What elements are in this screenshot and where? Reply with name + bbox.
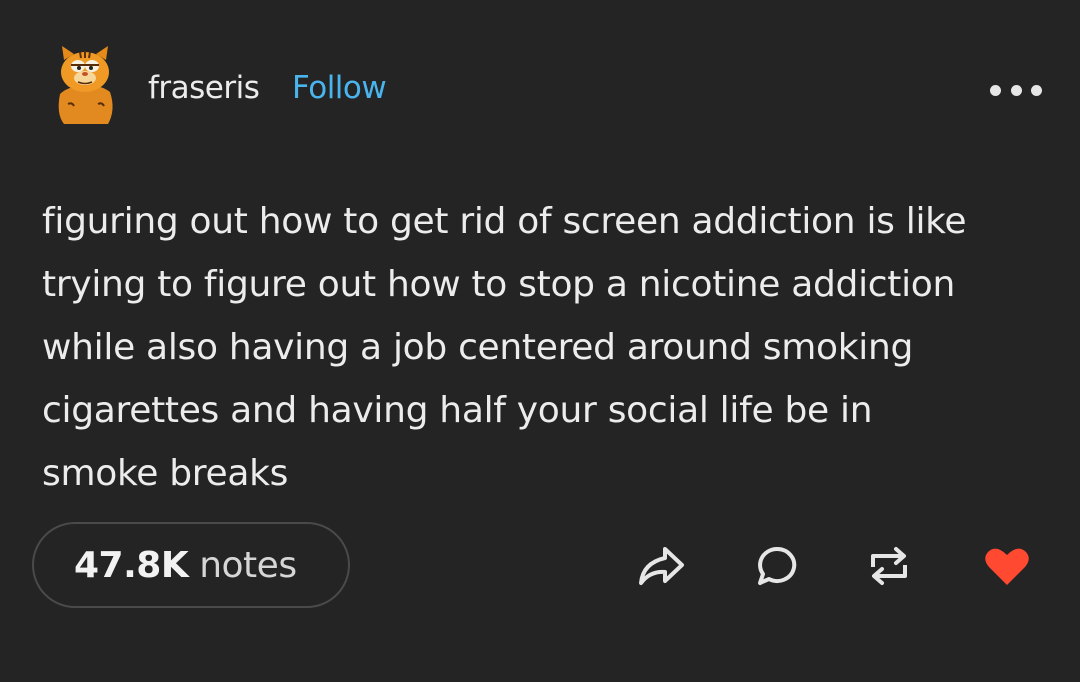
like-button[interactable] (982, 542, 1032, 590)
post-body: figuring out how to get rid of screen ad… (42, 190, 1042, 505)
dot (990, 84, 1001, 96)
share-icon (639, 547, 684, 585)
author-username[interactable]: fraseris (148, 70, 260, 106)
avatar[interactable] (50, 44, 120, 128)
reply-button[interactable] (752, 542, 802, 590)
reblog-icon (871, 547, 907, 585)
share-button[interactable] (636, 542, 686, 590)
notes-count: 47.8K (74, 544, 189, 586)
post-body-line: trying to figure out how to stop a nicot… (42, 264, 956, 305)
post-body-line: smoke breaks (42, 453, 289, 494)
cartoon-cat-avatar-icon (58, 46, 113, 124)
dot (1031, 84, 1042, 96)
dot (1010, 84, 1022, 96)
post-body-line: cigarettes and having half your social l… (42, 390, 873, 431)
follow-button[interactable]: Follow (292, 70, 387, 106)
post-body-line: while also having a job centered around … (42, 327, 914, 368)
reblog-button[interactable] (864, 542, 914, 590)
post-card: fraseris Follow figuring out how to get … (0, 0, 1080, 682)
reply-icon (758, 546, 797, 585)
notes-button[interactable]: 47.8K notes (32, 522, 350, 608)
post-body-line: figuring out how to get rid of screen ad… (42, 201, 967, 242)
more-options-icon[interactable] (990, 80, 1042, 100)
notes-label: notes (199, 544, 297, 586)
heart-icon (985, 548, 1029, 585)
